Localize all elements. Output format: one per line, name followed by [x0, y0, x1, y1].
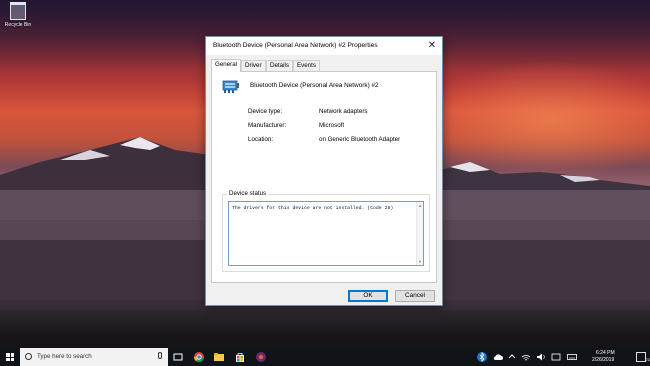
manufacturer-label: Manufacturer: — [248, 122, 287, 129]
manufacturer-value: Microsoft — [319, 122, 345, 129]
device-status-textbox[interactable]: The drivers for this device are not inst… — [228, 201, 424, 266]
windows-logo-icon — [6, 353, 14, 361]
microphone-icon[interactable] — [158, 352, 162, 359]
task-view-icon[interactable] — [172, 351, 184, 363]
location-value: on Generic Bluetooth Adapter — [319, 136, 401, 143]
scroll-up-icon[interactable]: ▲ — [418, 203, 422, 208]
status-scrollbar[interactable]: ▲ ▼ — [416, 202, 423, 265]
device-type-value: Network adapters — [319, 108, 368, 115]
action-center-icon[interactable] — [636, 352, 646, 362]
general-tab-panel: Bluetooth Device (Personal Area Network)… — [211, 71, 437, 283]
recycle-bin-shortcut[interactable]: Recycle Bin — [4, 2, 32, 42]
properties-dialog: Bluetooth Device (Personal Area Network)… — [205, 36, 443, 306]
device-name: Bluetooth Device (Personal Area Network)… — [250, 82, 379, 89]
search-placeholder: Type here to search — [37, 353, 92, 360]
app-icon[interactable] — [255, 351, 267, 363]
tab-general[interactable]: General — [211, 59, 242, 72]
network-tray-icon[interactable] — [520, 351, 532, 363]
notification-count: 22 — [645, 357, 650, 362]
device-status-text: The drivers for this device are not inst… — [232, 206, 394, 211]
file-explorer-icon[interactable] — [213, 351, 225, 363]
tab-driver[interactable]: Driver — [241, 60, 266, 71]
wallpaper-shore — [0, 300, 650, 348]
device-status-group: Device status The drivers for this devic… — [222, 190, 430, 272]
tab-events[interactable]: Events — [293, 60, 320, 71]
dialog-titlebar[interactable]: Bluetooth Device (Personal Area Network)… — [206, 37, 442, 55]
device-type-label: Device type: — [248, 108, 283, 115]
start-button[interactable] — [0, 348, 20, 366]
dialog-title: Bluetooth Device (Personal Area Network)… — [213, 42, 378, 49]
recycle-bin-icon — [10, 2, 26, 20]
close-button[interactable]: ✕ — [425, 39, 439, 53]
cloud-tray-icon[interactable] — [492, 351, 504, 363]
taskbar-search-box[interactable]: Type here to search — [20, 348, 168, 366]
store-icon[interactable] — [234, 351, 246, 363]
taskbar: Type here to search 6:24 PM 2/26/2019 22 — [0, 348, 650, 366]
volume-tray-icon[interactable] — [535, 351, 547, 363]
bluetooth-tray-icon[interactable] — [476, 351, 488, 363]
tab-details[interactable]: Details — [266, 60, 293, 71]
show-hidden-icons-icon[interactable] — [506, 351, 518, 363]
clock-date[interactable]: 2/26/2019 — [592, 357, 614, 363]
ok-button[interactable]: OK — [348, 290, 388, 302]
desktop-icon-label: Recycle Bin — [4, 22, 32, 28]
search-icon — [25, 353, 32, 360]
device-status-label: Device status — [227, 190, 269, 197]
clock-time[interactable]: 6:24 PM — [596, 350, 615, 356]
network-adapter-icon — [222, 80, 239, 93]
location-label: Location: — [248, 136, 274, 143]
ime-tray-icon[interactable] — [550, 351, 562, 363]
keyboard-tray-icon[interactable] — [566, 351, 578, 363]
scroll-down-icon[interactable]: ▼ — [418, 259, 422, 264]
chrome-icon[interactable] — [193, 351, 205, 363]
cancel-button[interactable]: Cancel — [395, 290, 435, 302]
